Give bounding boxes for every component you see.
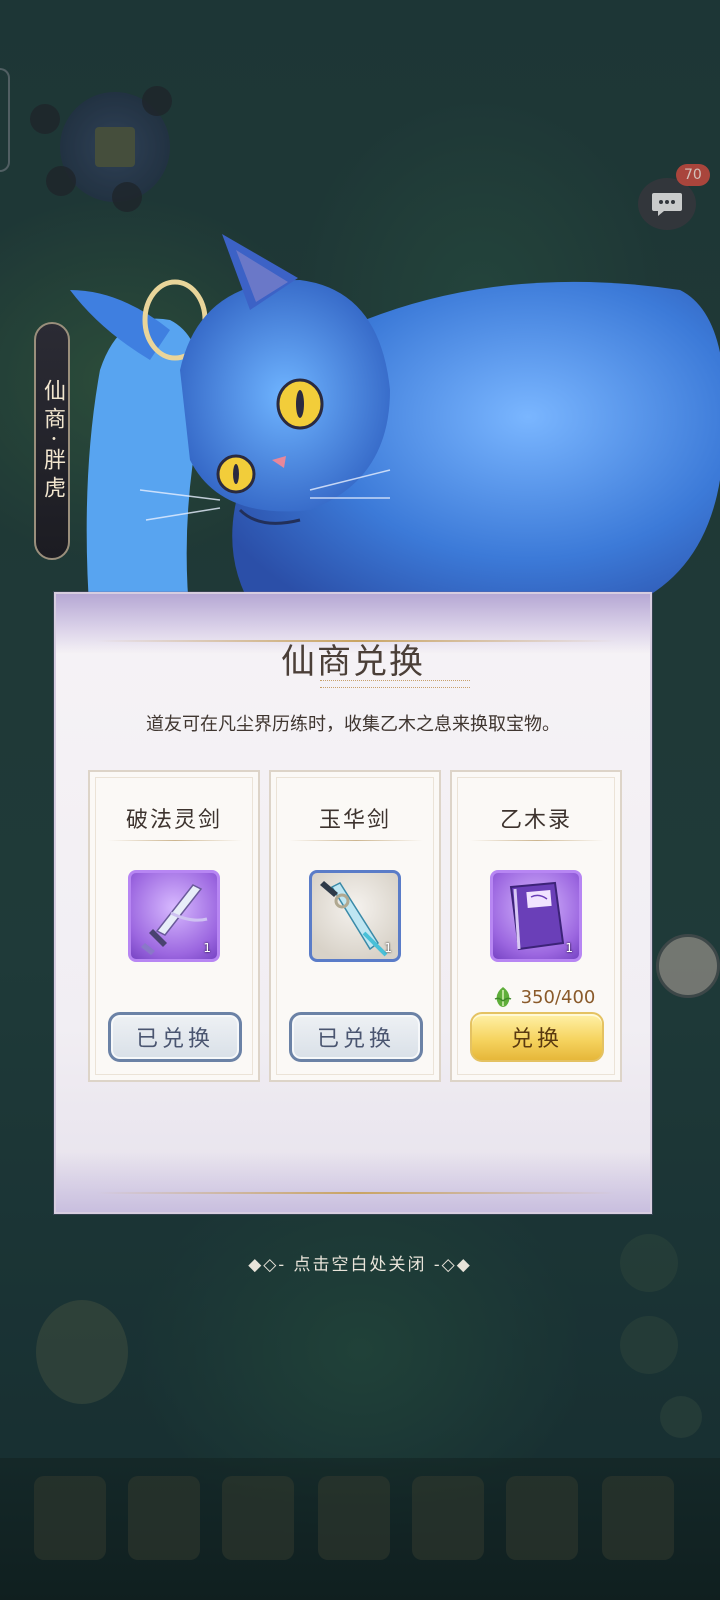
cost-value: 350/400: [520, 986, 596, 1008]
item-cost: 350/400: [478, 984, 608, 1010]
gold-divider: [96, 1192, 616, 1194]
card-divider: [108, 840, 242, 841]
chat-bubble-icon: [652, 193, 682, 216]
item-name: 乙木录: [499, 808, 572, 833]
title-ornament: [320, 680, 470, 688]
dialog-title: 仙商兑换: [281, 642, 425, 682]
item-name: 玉华剑: [318, 808, 391, 833]
leaf-icon: [494, 987, 511, 1007]
item-quantity: 1: [203, 941, 211, 955]
diamond-left-icon: ◆◇-: [248, 1255, 287, 1275]
dialog-description: 道友可在凡尘界历练时，收集乙木之息来换取宝物。: [146, 714, 560, 735]
redeemed-button[interactable]: 已兑换: [108, 1012, 242, 1062]
exchange-button[interactable]: 兑换: [470, 1012, 604, 1062]
panel-footer-cloud: [56, 1152, 650, 1212]
item-quantity: 1: [565, 941, 573, 955]
exchange-dialog: 仙商兑换 道友可在凡尘界历练时，收集乙木之息来换取宝物。 破法灵剑 1 已兑换 …: [54, 592, 652, 1214]
exchange-item-card: 玉华剑 1 已兑换: [269, 770, 441, 1082]
diamond-right-icon: -◇◆: [433, 1255, 472, 1275]
card-divider: [289, 840, 423, 841]
close-hint[interactable]: ◆◇- 点击空白处关闭 -◇◆: [0, 1250, 720, 1275]
sword-icon[interactable]: 1: [309, 870, 401, 962]
redeemed-button[interactable]: 已兑换: [289, 1012, 423, 1062]
exchange-item-card: 乙木录 1 350/400 兑换: [450, 770, 622, 1082]
item-name: 破法灵剑: [125, 808, 222, 833]
book-icon[interactable]: 1: [490, 870, 582, 962]
exchange-item-card: 破法灵剑 1 已兑换: [88, 770, 260, 1082]
chat-badge: 70: [676, 164, 710, 186]
close-hint-text: 点击空白处关闭: [293, 1255, 427, 1275]
card-divider: [470, 840, 604, 841]
cat-merchant-illustration: [70, 234, 720, 620]
item-quantity: 1: [384, 941, 392, 955]
sword-icon[interactable]: 1: [128, 870, 220, 962]
